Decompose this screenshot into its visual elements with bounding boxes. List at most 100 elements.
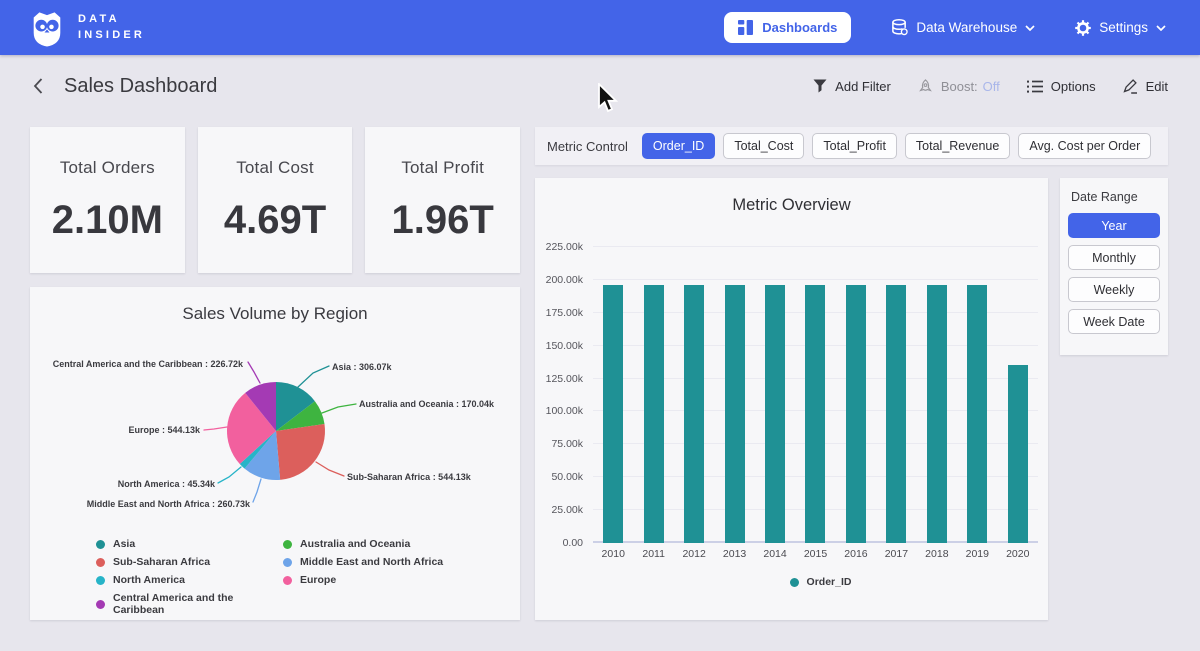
pie-slice-2[interactable] xyxy=(276,424,325,480)
data-warehouse-label: Data Warehouse xyxy=(916,20,1017,35)
pie-slices-group xyxy=(227,382,325,480)
legend-dot xyxy=(96,600,105,609)
bar-2012[interactable] xyxy=(684,285,704,543)
nav-menu: Dashboards Data Warehouse xyxy=(724,12,1166,43)
bar-2019[interactable] xyxy=(967,285,987,543)
date-button-weekly[interactable]: Weekly xyxy=(1068,277,1160,302)
bar-slot xyxy=(917,247,957,543)
date-button-week-date[interactable]: Week Date xyxy=(1068,309,1160,334)
legend-label: Europe xyxy=(300,574,336,586)
settings-label: Settings xyxy=(1099,20,1148,35)
boost-toggle[interactable]: Boost: Off xyxy=(918,79,1000,94)
legend-dot xyxy=(790,578,799,587)
edit-label: Edit xyxy=(1146,79,1168,94)
legend-item: Australia and Oceania xyxy=(283,538,520,550)
gear-icon xyxy=(1075,20,1091,36)
brand-line2: INSIDER xyxy=(78,28,145,44)
pie-chart-title: Sales Volume by Region xyxy=(30,287,520,324)
pie-callout: North America : 45.34k xyxy=(118,479,216,489)
bar-2014[interactable] xyxy=(765,285,785,543)
bar-slot xyxy=(836,247,876,543)
bar-chart-plot-region: 0.0025.00k50.00k75.00k100.00k125.00k150.… xyxy=(535,247,1048,543)
bar-2015[interactable] xyxy=(805,285,825,543)
y-tick-label: 0.00 xyxy=(563,537,583,549)
dashboards-label: Dashboards xyxy=(762,20,837,35)
kpi-label: Total Cost xyxy=(236,158,314,178)
metric-button-order-id[interactable]: Order_ID xyxy=(642,133,715,159)
y-tick-label: 125.00k xyxy=(546,373,583,385)
x-tick-label: 2011 xyxy=(633,548,673,560)
legend-label: North America xyxy=(113,574,185,586)
legend-label: Central America and the Caribbean xyxy=(113,592,283,616)
kpi-card-total-profit: Total Profit 1.96T xyxy=(365,127,520,273)
bar-2020[interactable] xyxy=(1008,365,1028,543)
pie-callout: Middle East and North Africa : 260.73k xyxy=(87,499,251,509)
bar-slot xyxy=(795,247,835,543)
legend-item: Sub-Saharan Africa xyxy=(96,556,283,568)
dashboard-header: Sales Dashboard Add Filter Boost: Off xyxy=(0,55,1200,117)
bar-chart-card: Metric Overview 0.0025.00k50.00k75.00k10… xyxy=(535,178,1048,620)
legend-label: Middle East and North Africa xyxy=(300,556,443,568)
metric-button-total-cost[interactable]: Total_Cost xyxy=(723,133,804,159)
x-tick-label: 2016 xyxy=(836,548,876,560)
metric-button-total-profit[interactable]: Total_Profit xyxy=(812,133,897,159)
page-title: Sales Dashboard xyxy=(64,75,217,98)
legend-label: Order_ID xyxy=(807,576,852,588)
date-range-label: Date Range xyxy=(1071,190,1160,204)
data-warehouse-menu[interactable]: Data Warehouse xyxy=(891,19,1035,36)
bar-legend: Order_ID xyxy=(593,576,1048,588)
options-label: Options xyxy=(1051,79,1096,94)
chevron-down-icon xyxy=(1025,25,1035,31)
dashboards-button[interactable]: Dashboards xyxy=(724,12,851,43)
date-button-monthly[interactable]: Monthly xyxy=(1068,245,1160,270)
pie-chart: Central America and the Caribbean : 226.… xyxy=(30,334,520,534)
metric-button-avg-cost[interactable]: Avg. Cost per Order xyxy=(1018,133,1151,159)
bar-slot xyxy=(674,247,714,543)
brand-text: DATA INSIDER xyxy=(78,12,145,44)
bar-2010[interactable] xyxy=(603,285,623,543)
settings-menu[interactable]: Settings xyxy=(1075,20,1166,36)
legend-dot xyxy=(283,558,292,567)
brand-block: DATA INSIDER xyxy=(28,9,145,47)
add-filter-button[interactable]: Add Filter xyxy=(813,79,891,94)
bar-slot xyxy=(876,247,916,543)
date-button-year[interactable]: Year xyxy=(1068,213,1160,238)
kpi-label: Total Orders xyxy=(60,158,155,178)
pie-callout: Australia and Oceania : 170.04k xyxy=(359,399,495,409)
options-button[interactable]: Options xyxy=(1027,79,1096,94)
y-tick-label: 150.00k xyxy=(546,340,583,352)
kpi-value: 4.69T xyxy=(224,198,326,243)
x-tick-label: 2014 xyxy=(755,548,795,560)
list-icon xyxy=(1027,80,1043,93)
bar-slot xyxy=(633,247,673,543)
y-tick-label: 175.00k xyxy=(546,307,583,319)
x-axis-labels: 2010201120122013201420152016201720182019… xyxy=(593,548,1038,560)
header-actions: Add Filter Boost: Off xyxy=(813,79,1168,94)
x-tick-label: 2012 xyxy=(674,548,714,560)
bar-2016[interactable] xyxy=(846,285,866,543)
legend-dot xyxy=(283,540,292,549)
x-tick-label: 2020 xyxy=(998,548,1038,560)
bar-plot-area xyxy=(593,247,1038,543)
bar-2017[interactable] xyxy=(886,285,906,543)
rocket-icon xyxy=(918,79,933,94)
back-button[interactable] xyxy=(28,73,48,99)
y-tick-label: 75.00k xyxy=(551,438,583,450)
bar-2011[interactable] xyxy=(644,285,664,543)
bar-2013[interactable] xyxy=(725,285,745,543)
add-filter-label: Add Filter xyxy=(835,79,891,94)
bar-2018[interactable] xyxy=(927,285,947,543)
pie-callout: Sub-Saharan Africa : 544.13k xyxy=(347,472,472,482)
kpi-card-total-cost: Total Cost 4.69T xyxy=(198,127,353,273)
boost-state: Off xyxy=(983,79,1000,94)
dashboard-grid-icon xyxy=(738,20,753,35)
y-tick-label: 50.00k xyxy=(551,471,583,483)
pie-legend: Asia Australia and Oceania Sub-Saharan A… xyxy=(96,538,520,616)
edit-button[interactable]: Edit xyxy=(1123,79,1168,94)
y-tick-label: 225.00k xyxy=(546,241,583,253)
metric-button-total-revenue[interactable]: Total_Revenue xyxy=(905,133,1010,159)
bar-slot xyxy=(755,247,795,543)
brand-line1: DATA xyxy=(78,12,145,28)
y-axis-ticks: 0.0025.00k50.00k75.00k100.00k125.00k150.… xyxy=(535,247,593,543)
legend-item: Europe xyxy=(283,574,520,586)
